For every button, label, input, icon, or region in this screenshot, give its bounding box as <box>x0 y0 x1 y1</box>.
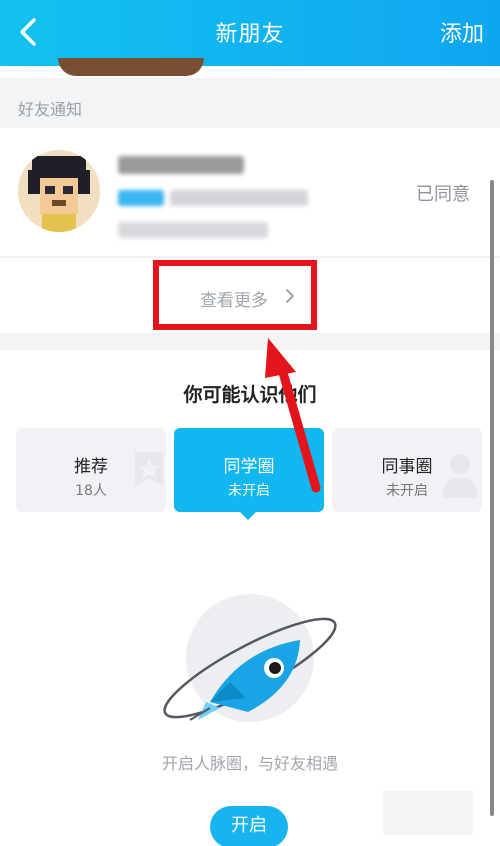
page-title: 新朋友 <box>215 22 285 47</box>
scrollbar[interactable] <box>490 180 494 816</box>
top-banner <box>0 58 500 78</box>
tagline: 开启人脉圈，与好友相遇 <box>161 754 338 773</box>
obscured-message <box>170 190 308 206</box>
star-badge-icon <box>135 452 163 486</box>
tab-label: 同学圈 <box>223 457 275 477</box>
tab-classmates[interactable]: 同学圈 未开启 <box>174 428 324 512</box>
banner-decoration <box>58 58 204 76</box>
avatar-image <box>18 150 100 232</box>
active-tab-pointer <box>238 510 258 520</box>
obscured-source <box>118 222 268 238</box>
section-label-friend-notifications: 好友通知 <box>18 100 83 119</box>
suggestions-title: 你可能认识他们 <box>183 384 317 406</box>
tab-sublabel: 未开启 <box>228 483 270 499</box>
obscured-name <box>118 156 244 174</box>
nav-header: 新朋友 添加 <box>0 0 500 66</box>
obscured-tag <box>118 190 164 206</box>
friend-request-item[interactable]: 已同意 <box>0 128 500 256</box>
obscured-area <box>383 791 473 835</box>
avatar <box>18 150 100 232</box>
annotation-highlight-box <box>153 260 317 330</box>
add-button[interactable]: 添加 <box>440 16 484 48</box>
person-icon <box>442 454 478 498</box>
rocket-planet-icon <box>163 594 337 722</box>
enable-button[interactable]: 开启 <box>210 806 288 846</box>
status-label: 已同意 <box>416 184 470 205</box>
